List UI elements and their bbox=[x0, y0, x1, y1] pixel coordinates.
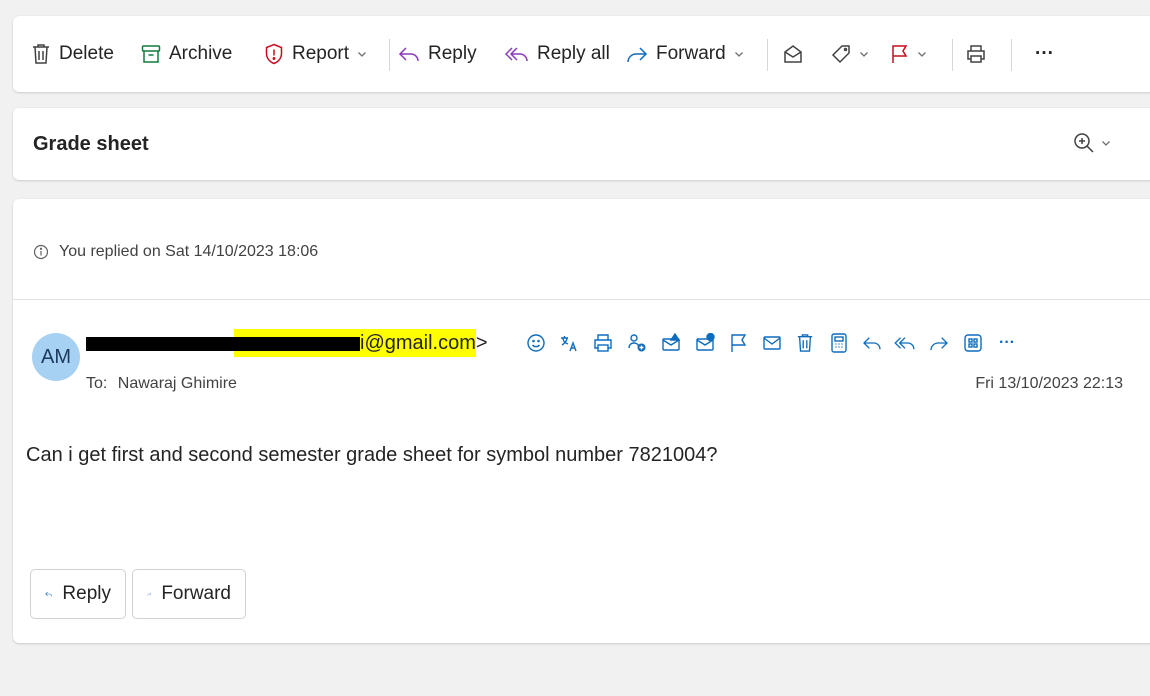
printer-icon bbox=[594, 334, 612, 352]
info-icon bbox=[33, 244, 49, 260]
forward-message-button[interactable] bbox=[928, 332, 950, 354]
more-actions-button[interactable]: ··· bbox=[1035, 16, 1054, 92]
people-add-icon bbox=[628, 334, 646, 352]
reply-message-button[interactable] bbox=[861, 332, 883, 354]
envelope-open-icon bbox=[784, 45, 802, 63]
sender-line[interactable]: i@gmail.com > bbox=[86, 329, 488, 357]
translate-button[interactable] bbox=[558, 332, 580, 354]
print-message-button[interactable] bbox=[592, 332, 614, 354]
message-body: Can i get first and second semester grad… bbox=[26, 444, 718, 466]
reply-icon bbox=[45, 591, 53, 597]
toolbar-divider bbox=[1011, 39, 1012, 71]
archive-button[interactable]: Archive bbox=[141, 16, 232, 92]
apps-icon bbox=[964, 334, 982, 352]
flag-icon bbox=[892, 45, 908, 63]
message-date: Fri 13/10/2023 22:13 bbox=[975, 375, 1123, 392]
toolbar-divider bbox=[952, 39, 953, 71]
chevron-down-icon bbox=[860, 52, 868, 57]
reply-icon bbox=[863, 337, 881, 350]
archive-icon bbox=[141, 45, 161, 63]
avatar[interactable]: AM bbox=[32, 333, 80, 381]
quick-reply-button[interactable]: Reply bbox=[30, 569, 126, 619]
apps-button[interactable] bbox=[962, 332, 984, 354]
printer-icon bbox=[967, 45, 985, 63]
to-label: To: bbox=[86, 375, 108, 392]
recipient-row: To: Nawaraj Ghimire bbox=[86, 375, 237, 393]
highlighted-email: i@gmail.com bbox=[234, 329, 476, 357]
calculator-button[interactable] bbox=[828, 332, 850, 354]
quick-forward-label: Forward bbox=[161, 583, 231, 604]
trash-icon bbox=[33, 44, 49, 64]
archive-label: Archive bbox=[169, 43, 233, 64]
toolbar-divider bbox=[389, 39, 390, 71]
recipient-name[interactable]: Nawaraj Ghimire bbox=[118, 375, 237, 392]
redacted-block bbox=[234, 337, 360, 351]
mark-unread-button[interactable] bbox=[761, 332, 783, 354]
reply-all-label: Reply all bbox=[537, 43, 610, 64]
toolbar-divider bbox=[767, 39, 768, 71]
flag-button[interactable] bbox=[891, 16, 927, 92]
reply-label: Reply bbox=[428, 43, 477, 64]
mark-read-button[interactable] bbox=[783, 16, 803, 92]
envelope-icon bbox=[763, 336, 781, 350]
zoom-in-icon bbox=[1074, 133, 1094, 153]
redacted-block bbox=[86, 337, 234, 351]
flag-icon bbox=[731, 334, 747, 352]
smiley-icon bbox=[527, 334, 545, 352]
mail-warning-icon bbox=[662, 333, 681, 351]
zoom-button[interactable] bbox=[1073, 132, 1111, 154]
reply-all-icon bbox=[505, 47, 528, 62]
add-contact-button[interactable] bbox=[626, 332, 648, 354]
delete-button[interactable]: Delete bbox=[31, 16, 114, 92]
subject-bar: Grade sheet bbox=[13, 108, 1150, 180]
chevron-down-icon bbox=[918, 52, 926, 57]
reply-all-message-button[interactable] bbox=[894, 332, 916, 354]
forward-icon bbox=[627, 47, 648, 63]
sender-suffix: > bbox=[475, 331, 488, 354]
divider bbox=[13, 299, 1150, 300]
report-label: Report bbox=[292, 43, 350, 64]
forward-button[interactable]: Forward bbox=[626, 16, 744, 92]
sender-email: i@gmail.com bbox=[360, 331, 476, 354]
reply-all-button[interactable]: Reply all bbox=[505, 16, 610, 92]
replied-notice-text: You replied on Sat 14/10/2023 18:06 bbox=[59, 243, 319, 260]
email-subject: Grade sheet bbox=[33, 133, 149, 155]
mail-alert-button[interactable] bbox=[660, 332, 682, 354]
more-icon: ··· bbox=[1035, 43, 1054, 64]
chevron-down-icon bbox=[734, 52, 743, 57]
report-button[interactable]: Report bbox=[264, 16, 367, 92]
more-icon: ··· bbox=[999, 334, 1015, 351]
shield-alert-icon bbox=[265, 43, 283, 65]
delete-label: Delete bbox=[59, 43, 114, 64]
categorize-button[interactable] bbox=[831, 16, 869, 92]
message-more-button[interactable]: ··· bbox=[996, 332, 1018, 354]
translate-icon bbox=[561, 336, 577, 352]
tag-icon bbox=[831, 45, 850, 64]
trash-icon bbox=[797, 334, 813, 352]
chevron-down-icon bbox=[358, 52, 366, 57]
reply-button[interactable]: Reply bbox=[398, 16, 477, 92]
command-toolbar: Delete Archive Report Reply Reply all Fo… bbox=[13, 16, 1150, 92]
mail-important-button[interactable] bbox=[694, 332, 716, 354]
quick-reply-label: Reply bbox=[62, 583, 111, 604]
chevron-down-icon bbox=[1102, 141, 1110, 146]
emoji-reaction-button[interactable] bbox=[525, 332, 547, 354]
forward-icon bbox=[930, 337, 948, 351]
print-button[interactable] bbox=[966, 16, 986, 92]
forward-label: Forward bbox=[656, 43, 726, 64]
quick-forward-button[interactable]: Forward bbox=[132, 569, 246, 619]
calculator-icon bbox=[831, 333, 847, 353]
flag-message-button[interactable] bbox=[728, 332, 750, 354]
replied-notice: You replied on Sat 14/10/2023 18:06 bbox=[33, 243, 318, 261]
reply-icon bbox=[398, 47, 419, 62]
message-card: You replied on Sat 14/10/2023 18:06 AM i… bbox=[13, 199, 1150, 643]
reply-all-icon bbox=[894, 337, 915, 350]
delete-message-button[interactable] bbox=[794, 332, 816, 354]
forward-icon bbox=[147, 592, 152, 596]
mail-important-icon bbox=[696, 333, 715, 351]
